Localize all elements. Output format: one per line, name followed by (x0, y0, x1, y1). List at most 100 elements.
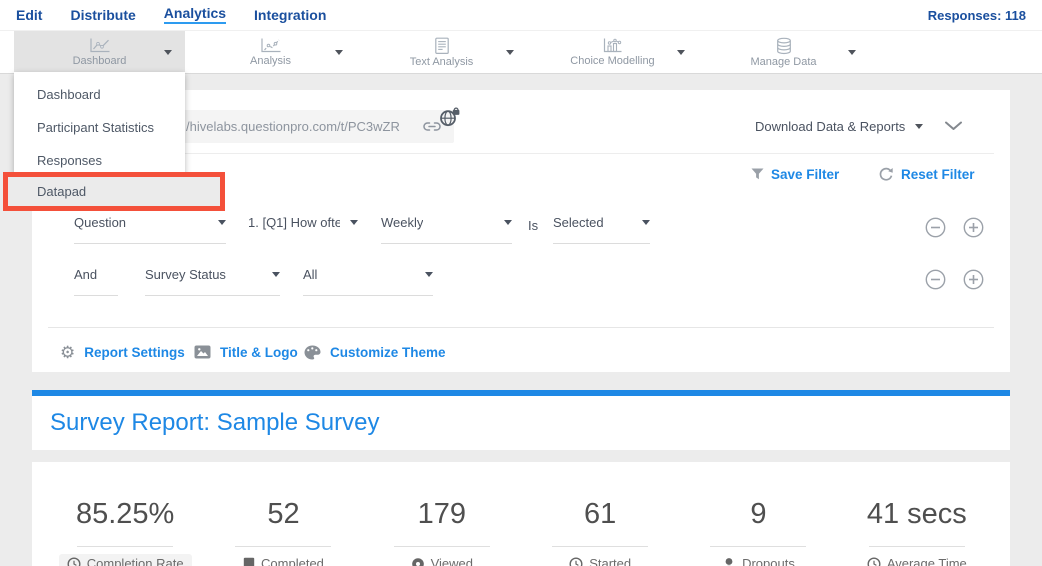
trend-chart-icon (260, 37, 282, 54)
caret-down-icon (218, 220, 226, 225)
caret-down-icon (425, 272, 433, 277)
survey-stats-card: 85.25% Completion Rate 52 Completed 179 … (32, 462, 1010, 566)
responses-count: Responses: 118 (928, 8, 1042, 23)
stat-label: Dropouts (714, 554, 803, 566)
chevron-down-icon[interactable] (506, 50, 514, 55)
answer-value: Weekly (381, 214, 423, 232)
title-logo-label: Title & Logo (220, 345, 298, 360)
tab-label: Analysis (250, 56, 291, 67)
stat-label-text: Started (589, 556, 631, 566)
stat-label: Completion Rate (59, 554, 192, 566)
operator-value-select[interactable]: Selected (553, 214, 650, 244)
dashboard-dropdown-menu: Dashboard Participant Statistics Respons… (14, 72, 185, 180)
stat-value: 52 (204, 500, 362, 529)
stat-viewed: 179 Viewed (363, 500, 521, 566)
section-divider (48, 153, 994, 154)
add-condition-button[interactable] (963, 217, 984, 238)
reset-filter-label: Reset Filter (901, 167, 975, 182)
field-select-2[interactable]: Survey Status (145, 266, 280, 296)
title-logo-button[interactable]: Title & Logo (194, 341, 298, 363)
conjunction-value: And (74, 266, 97, 284)
tab-manage-data[interactable]: Manage Data (698, 31, 869, 73)
database-icon (775, 37, 793, 55)
stat-average-time: 41 secs Average Time (838, 500, 996, 566)
menu-item-dashboard[interactable]: Dashboard (14, 78, 185, 111)
nav-item-analytics[interactable]: Analytics (164, 6, 226, 24)
conjunction-select[interactable]: And (74, 266, 118, 296)
customize-theme-button[interactable]: Customize Theme (304, 341, 446, 363)
question-value: 1. [Q1] How often d... (248, 214, 340, 232)
image-icon (194, 345, 211, 359)
stat-value: 9 (679, 500, 837, 529)
reset-filter-button[interactable]: Reset Filter (878, 164, 975, 184)
caret-down-icon (272, 272, 280, 277)
question-select[interactable]: 1. [Q1] How often d... (248, 214, 358, 243)
stat-value: 179 (363, 500, 521, 529)
clock-icon (569, 557, 583, 566)
stat-underline (394, 546, 490, 547)
stat-completion-rate: 85.25% Completion Rate (46, 500, 204, 566)
stat-label-text: Completion Rate (87, 556, 184, 566)
filter-funnel-icon (751, 168, 764, 180)
download-data-reports-label: Download Data & Reports (755, 119, 905, 134)
palette-icon (304, 345, 321, 360)
filter-field-value: Question (74, 214, 126, 232)
remove-condition-button[interactable] (925, 269, 946, 290)
stat-label: Average Time (859, 554, 975, 566)
nav-item-distribute[interactable]: Distribute (70, 8, 135, 22)
stat-underline (552, 546, 648, 547)
share-url-text: /hivelabs.questionpro.com/t/PC3wZR (186, 110, 400, 143)
nav-item-integration[interactable]: Integration (254, 8, 326, 22)
add-condition-button[interactable] (963, 269, 984, 290)
report-title-card: Survey Report: Sample Survey (32, 396, 1010, 450)
top-nav: Edit Distribute Analytics Integration Re… (0, 0, 1042, 30)
stat-label: Viewed (403, 554, 481, 566)
stat-label-text: Completed (261, 556, 324, 566)
eye-icon (411, 557, 425, 566)
stat-label-text: Viewed (431, 556, 473, 566)
save-filter-button[interactable]: Save Filter (751, 164, 839, 184)
report-settings-button[interactable]: ⚙ Report Settings (60, 341, 185, 363)
stat-underline (235, 546, 331, 547)
menu-item-participant-statistics[interactable]: Participant Statistics (14, 111, 185, 144)
chevron-down-icon[interactable] (164, 50, 172, 55)
filter-field-select[interactable]: Question (74, 214, 226, 244)
remove-condition-button[interactable] (925, 217, 946, 238)
value-2: All (303, 266, 317, 284)
globe-lock-icon[interactable] (439, 107, 461, 127)
stat-completed: 52 Completed (204, 500, 362, 566)
tab-choice-modelling[interactable]: Choice Modelling (527, 31, 698, 73)
nav-item-edit[interactable]: Edit (16, 8, 42, 22)
stat-underline (710, 546, 806, 547)
refresh-icon (878, 167, 894, 182)
chevron-down-icon[interactable] (848, 50, 856, 55)
clock-icon (67, 557, 81, 566)
customize-theme-label: Customize Theme (330, 345, 446, 360)
stat-underline (869, 546, 965, 547)
gear-icon: ⚙ (60, 344, 75, 361)
caret-down-icon (350, 220, 358, 225)
stat-label-text: Average Time (887, 556, 967, 566)
line-chart-icon (89, 37, 111, 54)
tab-dashboard[interactable]: Dashboard (14, 31, 185, 73)
analytics-toolbar: Dashboard Analysis Text Analysis (0, 30, 1042, 74)
chevron-down-icon[interactable] (677, 50, 685, 55)
report-title: Survey Report: Sample Survey (50, 409, 379, 437)
save-filter-label: Save Filter (771, 167, 839, 182)
caret-down-icon (504, 220, 512, 225)
tab-analysis[interactable]: Analysis (185, 31, 356, 73)
stat-started: 61 Started (521, 500, 679, 566)
report-settings-label: Report Settings (84, 345, 185, 360)
document-icon (434, 37, 450, 55)
download-data-reports-menu[interactable]: Download Data & Reports (755, 110, 923, 143)
tab-text-analysis[interactable]: Text Analysis (356, 31, 527, 73)
collapse-chevron-icon[interactable] (944, 121, 963, 131)
stat-value: 41 secs (838, 500, 996, 529)
operator-value: Selected (553, 214, 604, 232)
caret-down-icon (642, 220, 650, 225)
answer-select[interactable]: Weekly (381, 214, 512, 244)
value-select-2[interactable]: All (303, 266, 433, 296)
menu-item-datapad-highlighted[interactable]: Datapad (3, 172, 225, 211)
operator-is-label: Is (528, 217, 538, 235)
chevron-down-icon[interactable] (335, 50, 343, 55)
